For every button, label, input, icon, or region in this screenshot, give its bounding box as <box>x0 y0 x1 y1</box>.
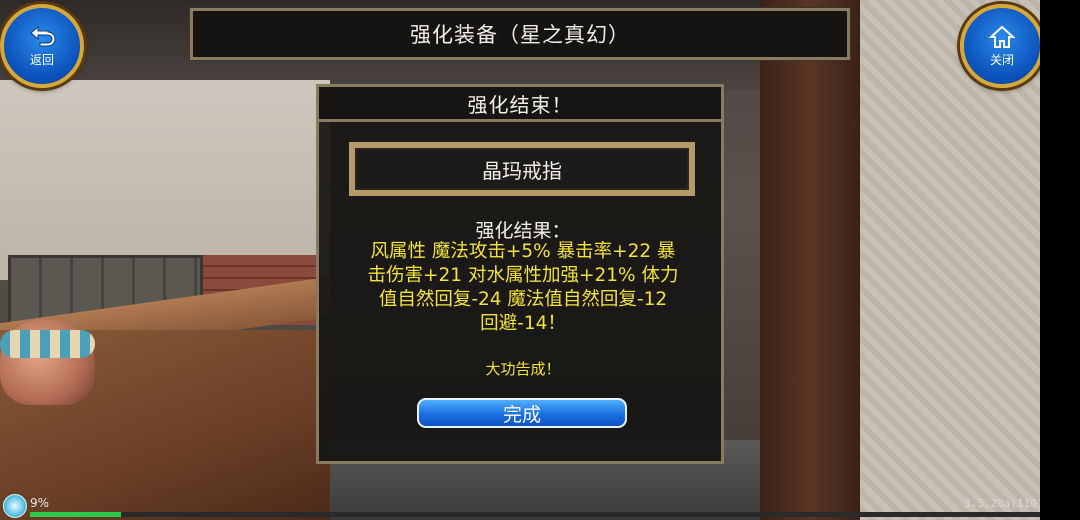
complete-button[interactable]: 完成 <box>417 398 627 428</box>
item-name: 晶玛戒指 <box>482 158 562 183</box>
item-name-box: 晶玛戒指 <box>349 142 695 196</box>
screen-edge <box>1040 0 1080 520</box>
home-icon <box>988 25 1016 48</box>
battery-percent: 9% <box>30 496 50 510</box>
result-line: 回避-14！ <box>480 313 566 334</box>
dialog-header: 强化结束！ <box>316 84 724 122</box>
dialog-body: 晶玛戒指 强化结果： 风属性 魔法攻击+5% 暴击率+22 暴 击伤害+21 对… <box>316 118 724 464</box>
success-message: 大功告成！ <box>485 360 561 378</box>
refresh-icon <box>3 494 27 518</box>
result-line: 值自然回复-24 魔法值自然回复-12 <box>378 289 668 310</box>
close-label: 关闭 <box>989 52 1014 67</box>
return-arrow-icon <box>30 25 56 46</box>
close-button[interactable]: 关闭 <box>960 4 1044 88</box>
result-text: 风属性 魔法攻击+5% 暴击率+22 暴 击伤害+21 对水属性加强+21% 体… <box>341 240 705 336</box>
back-button[interactable]: 返回 <box>0 4 84 88</box>
enhance-result-dialog: 晶玛戒指 强化结果： 风属性 魔法攻击+5% 暴击率+22 暴 击伤害+21 对… <box>316 84 724 464</box>
progress-fill <box>30 512 121 517</box>
dialog-title: 强化结束！ <box>467 92 573 117</box>
loading-progress-bar <box>30 512 1040 517</box>
result-line: 击伤害+21 对水属性加强+21% 体力 <box>367 265 679 286</box>
title-bar: 强化装备（星之真幻） <box>189 7 851 61</box>
back-label: 返回 <box>29 52 54 67</box>
result-line: 风属性 魔法攻击+5% 暴击率+22 暴 <box>370 241 676 262</box>
result-heading: 强化结果： <box>475 220 571 242</box>
wooden-beam <box>760 0 860 520</box>
page-title: 强化装备（星之真幻） <box>410 23 630 47</box>
version-label: 3.5.20a(110) <box>964 497 1044 510</box>
npc-hat <box>0 330 95 358</box>
complete-button-label: 完成 <box>502 403 541 426</box>
left-wall <box>0 80 330 280</box>
